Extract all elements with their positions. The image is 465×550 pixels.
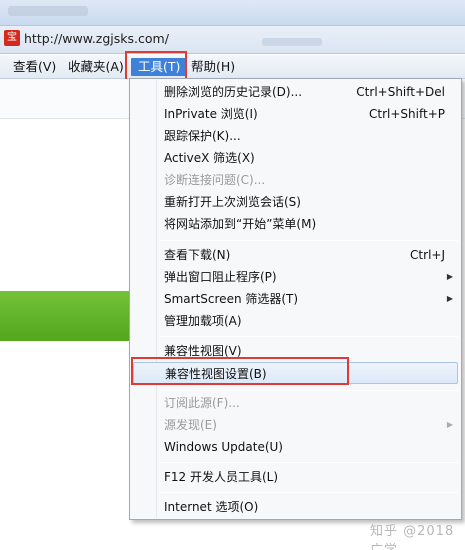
menu-separator [160, 462, 458, 463]
menu-item-inprivate[interactable]: InPrivate 浏览(I) Ctrl+Shift+P [130, 103, 461, 125]
menu-item-label: SmartScreen 筛选器(T) [164, 292, 299, 306]
compat-settings-annotation-box [131, 357, 349, 385]
tools-annotation-box [125, 51, 187, 81]
menu-separator [160, 336, 458, 337]
url-text[interactable]: http://www.zgjsks.com/ [24, 31, 169, 46]
menu-item-label: F12 开发人员工具(L) [164, 470, 279, 484]
address-bar-blurred [262, 38, 322, 46]
menu-item-add-to-start[interactable]: 将网站添加到“开始”菜单(M) [130, 213, 461, 235]
menu-item-manage-addons[interactable]: 管理加载项(A) [130, 310, 461, 332]
page-green-banner [0, 291, 130, 341]
menu-item-label: Internet 选项(O) [164, 500, 259, 514]
menu-item-label: 将网站添加到“开始”菜单(M) [164, 217, 317, 231]
menu-item-label: 管理加载项(A) [164, 314, 242, 328]
menu-item-label: 弹出窗口阻止程序(P) [164, 270, 277, 284]
menu-item-label: 删除浏览的历史记录(D)... [164, 85, 303, 99]
menu-item-delete-history[interactable]: 删除浏览的历史记录(D)... Ctrl+Shift+Del [130, 81, 461, 103]
menu-item-label: Windows Update(U) [164, 440, 283, 454]
menu-item-label: InPrivate 浏览(I) [164, 107, 258, 121]
menu-item-label: ActiveX 筛选(X) [164, 151, 255, 165]
menu-item-feed-discovery: 源发现(E) ▶ [130, 414, 461, 436]
menu-item-shortcut: Ctrl+Shift+P [369, 107, 445, 121]
menu-favorites[interactable]: 收藏夹(A) [68, 58, 124, 76]
menu-view[interactable]: 查看(V) [13, 58, 56, 76]
menu-item-label: 查看下载(N) [164, 248, 231, 262]
menu-item-windows-update[interactable]: Windows Update(U) [130, 436, 461, 458]
menu-help[interactable]: 帮助(H) [191, 58, 235, 76]
menu-item-label: 重新打开上次浏览会话(S) [164, 195, 301, 209]
menu-item-reopen-session[interactable]: 重新打开上次浏览会话(S) [130, 191, 461, 213]
menu-item-activex-filter[interactable]: ActiveX 筛选(X) [130, 147, 461, 169]
menu-item-shortcut: Ctrl+J [410, 248, 445, 262]
submenu-arrow-icon: ▶ [446, 294, 453, 303]
menu-item-label: 诊断连接问题(C)... [164, 173, 266, 187]
menu-item-subscribe-feed: 订阅此源(F)... [130, 392, 461, 414]
menu-separator [160, 390, 458, 391]
menu-item-smartscreen[interactable]: SmartScreen 筛选器(T) ▶ [130, 288, 461, 310]
menu-item-diagnose-connection: 诊断连接问题(C)... [130, 169, 461, 191]
window-title-blurred [8, 6, 88, 16]
watermark-text: 知乎 @2018广学 [370, 524, 455, 550]
menu-item-popup-blocker[interactable]: 弹出窗口阻止程序(P) ▶ [130, 266, 461, 288]
menu-separator [160, 240, 458, 241]
menu-item-internet-options[interactable]: Internet 选项(O) [130, 496, 461, 518]
menu-item-view-downloads[interactable]: 查看下载(N) Ctrl+J [130, 244, 461, 266]
menu-item-f12-devtools[interactable]: F12 开发人员工具(L) [130, 466, 461, 488]
menu-item-shortcut: Ctrl+Shift+Del [356, 85, 445, 99]
menu-item-label: 源发现(E) [164, 418, 217, 432]
site-favicon: 宝 [4, 30, 20, 46]
submenu-arrow-icon: ▶ [446, 420, 453, 429]
menu-separator [160, 492, 458, 493]
submenu-arrow-icon: ▶ [446, 272, 453, 281]
menu-item-tracking-protection[interactable]: 跟踪保护(K)... [130, 125, 461, 147]
menu-item-label: 订阅此源(F)... [164, 396, 240, 410]
menu-item-label: 跟踪保护(K)... [164, 129, 241, 143]
title-bar [0, 0, 465, 26]
tools-dropdown-menu: 删除浏览的历史记录(D)... Ctrl+Shift+Del InPrivate… [129, 78, 462, 520]
